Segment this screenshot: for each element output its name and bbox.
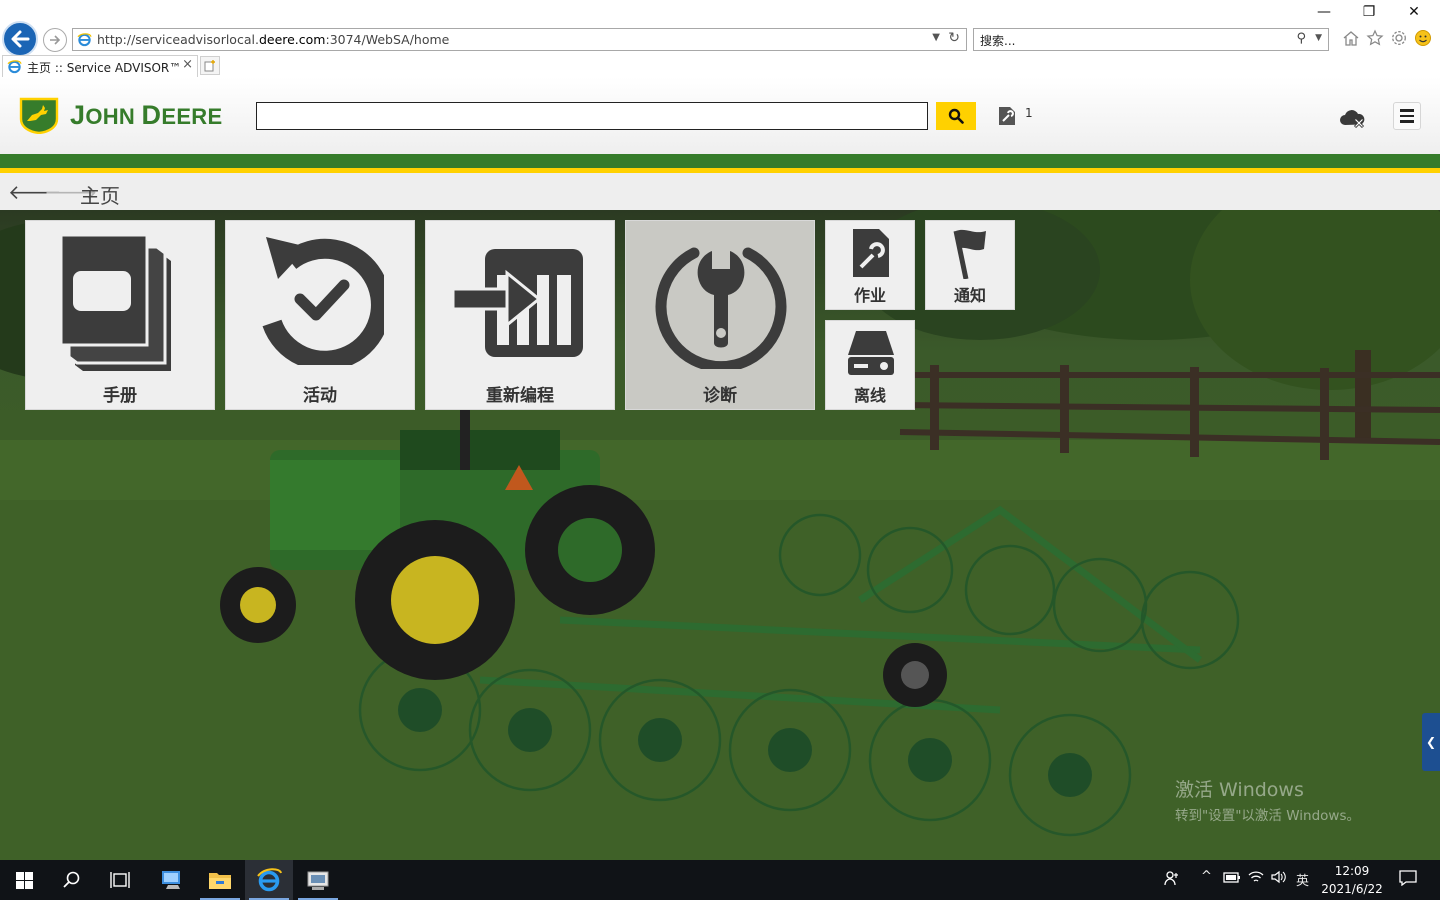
taskbar-app-file-explorer[interactable] bbox=[196, 860, 244, 900]
breadcrumb: 🡐 🡒 主页 bbox=[0, 173, 1440, 210]
search-icon bbox=[948, 108, 964, 124]
watermark-line1: 激活 Windows bbox=[1175, 779, 1304, 801]
brand-name: JOHN DEERE bbox=[70, 99, 223, 130]
tile-reprogram[interactable]: 重新编程 bbox=[425, 220, 615, 410]
tile-label: 诊断 bbox=[703, 386, 737, 406]
folder-icon bbox=[209, 873, 231, 889]
ie-icon bbox=[257, 868, 282, 892]
browser-search-box[interactable]: 搜索... ⚲ ▼ bbox=[973, 28, 1329, 51]
tile-label: 重新编程 bbox=[486, 386, 554, 406]
search-placeholder: 搜索... bbox=[980, 34, 1016, 48]
volume-icon[interactable] bbox=[1271, 870, 1287, 888]
minimize-button[interactable]: — bbox=[1314, 4, 1334, 20]
action-center-icon[interactable] bbox=[1399, 870, 1417, 890]
menu-bar bbox=[1400, 109, 1414, 112]
tab-close-icon[interactable]: × bbox=[182, 57, 193, 72]
battery-icon[interactable] bbox=[1223, 870, 1241, 888]
tile-notify[interactable]: 通知 bbox=[925, 220, 1015, 310]
tile-label: 手册 bbox=[103, 386, 137, 406]
jobs-count-badge: 1 bbox=[1025, 106, 1033, 120]
main-search-input[interactable] bbox=[256, 102, 928, 130]
wifi-icon[interactable] bbox=[1248, 870, 1264, 888]
search-icon bbox=[63, 871, 80, 888]
taskbar-search-button[interactable] bbox=[48, 860, 96, 900]
task-view-button[interactable] bbox=[96, 860, 144, 900]
clock-time: 12:09 bbox=[1334, 864, 1370, 878]
diagnostic-wrench-icon bbox=[655, 247, 787, 369]
input-method-indicator[interactable]: 英 bbox=[1296, 870, 1309, 889]
job-wrench-icon bbox=[853, 229, 889, 277]
taskbar-app-computer[interactable] bbox=[148, 860, 196, 900]
browser-forward-button[interactable] bbox=[43, 28, 67, 52]
taskbar-app-service-advisor[interactable] bbox=[294, 860, 342, 900]
tab-title: 主页 :: Service ADVISOR™ bbox=[27, 61, 182, 75]
flag-icon bbox=[953, 229, 986, 279]
windows-activation-watermark: 激活 Windows 转到"设置"以激活 Windows。 bbox=[1175, 775, 1360, 824]
history-icon bbox=[262, 237, 384, 365]
close-button[interactable]: ✕ bbox=[1404, 4, 1424, 20]
home-icon[interactable] bbox=[1341, 28, 1361, 48]
url-text: http://serviceadvisorlocal.deere.com:307… bbox=[97, 32, 450, 47]
browser-tab-active[interactable]: 主页 :: Service ADVISOR™ × bbox=[2, 55, 198, 77]
tile-label: 通知 bbox=[953, 286, 986, 305]
tile-label: 离线 bbox=[853, 386, 886, 405]
refresh-icon[interactable]: ↻ bbox=[948, 30, 960, 46]
drive-icon bbox=[848, 331, 894, 375]
reprogram-icon bbox=[453, 249, 583, 357]
chevron-down-icon[interactable]: ▼ bbox=[932, 32, 940, 43]
clock-date: 2021/6/22 bbox=[1321, 882, 1383, 896]
restore-button[interactable]: ❐ bbox=[1359, 4, 1379, 20]
watermark-line2: 转到"设置"以激活 Windows。 bbox=[1175, 808, 1360, 824]
john-deere-logo[interactable]: JOHN DEERE bbox=[18, 96, 222, 134]
start-button[interactable] bbox=[0, 860, 48, 900]
hamburger-menu-button[interactable] bbox=[1393, 102, 1421, 130]
service-advisor-app-icon bbox=[307, 871, 329, 890]
search-button[interactable] bbox=[936, 102, 976, 130]
side-panel-toggle[interactable]: ❮ bbox=[1422, 713, 1440, 771]
page-title: 主页 bbox=[80, 184, 120, 208]
tile-manual[interactable]: 手册 bbox=[25, 220, 215, 410]
tab-strip: 主页 :: Service ADVISOR™ × bbox=[0, 55, 1440, 77]
favorites-star-icon[interactable] bbox=[1365, 28, 1385, 48]
tray-overflow-chevron-up-icon[interactable]: ^ bbox=[1201, 869, 1212, 884]
gear-icon[interactable] bbox=[1389, 28, 1409, 48]
windows-taskbar: ^ 英 12:09 2021/6/22 bbox=[0, 860, 1440, 900]
manual-icon bbox=[61, 235, 171, 371]
browser-back-button[interactable] bbox=[2, 21, 38, 57]
computer-icon bbox=[162, 871, 180, 889]
chevron-down-icon[interactable]: ▼ bbox=[1315, 33, 1322, 43]
tile-activity[interactable]: 活动 bbox=[225, 220, 415, 410]
tile-jobs[interactable]: 作业 bbox=[825, 220, 915, 310]
people-icon[interactable] bbox=[1164, 870, 1180, 890]
tile-offline[interactable]: 离线 bbox=[825, 320, 915, 410]
arrow-left-icon bbox=[11, 30, 30, 48]
task-view-icon bbox=[110, 872, 130, 888]
ie-page-icon bbox=[7, 60, 22, 74]
jobs-indicator-icon[interactable] bbox=[996, 105, 1018, 127]
search-icon[interactable]: ⚲ bbox=[1296, 31, 1306, 46]
brand-stripe-green bbox=[0, 154, 1440, 168]
new-tab-button[interactable] bbox=[200, 56, 220, 75]
browser-chrome: http://serviceadvisorlocal.deere.com:307… bbox=[0, 0, 1440, 77]
taskbar-clock[interactable]: 12:09 2021/6/22 bbox=[1312, 862, 1392, 898]
tile-label: 活动 bbox=[303, 386, 337, 406]
deer-logo-icon bbox=[19, 97, 59, 134]
menu-bar bbox=[1400, 120, 1414, 123]
cloud-offline-icon[interactable] bbox=[1339, 107, 1367, 129]
address-bar[interactable]: http://serviceadvisorlocal.deere.com:307… bbox=[72, 28, 967, 51]
tile-label: 作业 bbox=[853, 286, 886, 305]
menu-bar bbox=[1400, 114, 1414, 118]
windows-logo-icon bbox=[15, 871, 33, 889]
taskbar-app-internet-explorer[interactable] bbox=[245, 860, 293, 900]
home-background: 手册 活动 重新编程 诊断 作业 通知 离线 激活 Windows 转到"设置"… bbox=[0, 210, 1440, 860]
arrow-right-icon bbox=[50, 35, 61, 45]
app-header: JOHN DEERE 1 bbox=[0, 77, 1440, 154]
tile-diagnose[interactable]: 诊断 bbox=[625, 220, 815, 410]
new-tab-icon bbox=[204, 59, 215, 71]
smiley-feedback-icon[interactable] bbox=[1413, 28, 1433, 48]
ie-page-icon bbox=[77, 33, 92, 47]
